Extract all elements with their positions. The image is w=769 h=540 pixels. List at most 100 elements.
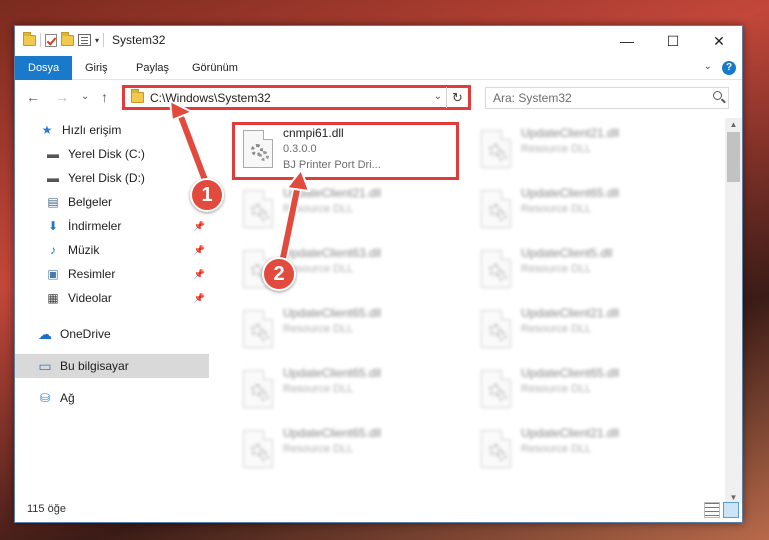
sidebar-item-label: Videolar — [68, 291, 112, 305]
forward-button[interactable]: → — [55, 89, 69, 105]
folder-icon — [131, 89, 144, 103]
pin-icon[interactable]: 📌 — [194, 245, 205, 256]
divider — [40, 33, 41, 47]
close-button[interactable]: ✕ — [696, 26, 742, 56]
file-item[interactable]: UpdateClient65.dll Resource DLL — [235, 362, 465, 418]
pin-icon[interactable]: 📌 — [194, 221, 205, 232]
music-icon: ♪ — [50, 243, 56, 257]
file-item[interactable]: UpdateClient21.dll Resource DLL — [473, 422, 703, 478]
sidebar-item-downloads[interactable]: ⬇ İndirmeler 📌 — [15, 214, 209, 238]
cloud-icon: ☁ — [38, 325, 52, 342]
view-options-icon[interactable] — [78, 34, 91, 46]
file-item[interactable]: UpdateClient21.dll Resource DLL — [473, 122, 703, 178]
sidebar-item-label: Müzik — [68, 243, 100, 257]
tab-dosya[interactable]: Dosya — [15, 56, 73, 80]
maximize-button[interactable]: ☐ — [650, 26, 696, 56]
window-controls: — ☐ ✕ — [604, 26, 742, 56]
file-item[interactable]: UpdateClient65.dll Resource DLL — [473, 182, 703, 238]
drive-icon: ▬ — [47, 147, 59, 161]
sidebar-item-label: Bu bilgisayar — [60, 359, 129, 373]
step-2-badge: 2 — [262, 257, 296, 291]
file-description: Resource DLL — [521, 443, 592, 455]
window-title: System32 — [112, 33, 166, 47]
file-description: Resource DLL — [521, 203, 592, 215]
divider — [103, 33, 105, 47]
search-input[interactable] — [486, 91, 701, 105]
address-bar[interactable]: C:\Windows\System32 ⌄ ↻ — [122, 85, 471, 110]
dll-file-icon — [481, 190, 511, 228]
sidebar-item-documents[interactable]: ▤ Belgeler 📌 — [15, 190, 209, 214]
file-name: UpdateClient5.dll — [521, 246, 613, 260]
pin-icon[interactable]: 📌 — [194, 269, 205, 280]
video-icon: ▦ — [47, 291, 59, 305]
dll-file-icon — [481, 130, 511, 168]
document-icon: ▤ — [47, 195, 59, 209]
file-item[interactable]: UpdateClient5.dll Resource DLL — [473, 242, 703, 298]
qat-dropdown-icon[interactable]: ▾ — [95, 36, 99, 45]
navigation-pane: ★ Hızlı erişim ▬ Yerel Disk (C:) ▬ Yerel… — [15, 118, 209, 498]
computer-icon: ▭ — [38, 357, 52, 374]
scroll-up-icon[interactable]: ▲ — [725, 120, 742, 129]
search-icon[interactable] — [713, 91, 722, 100]
expand-ribbon-icon[interactable]: ⌄ — [704, 61, 712, 72]
up-button[interactable]: ↑ — [101, 89, 108, 105]
navigation-bar: ← → ⌄ ↑ C:\Windows\System32 ⌄ ↻ — [15, 80, 742, 116]
sidebar-item-this-pc[interactable]: ▭ Bu bilgisayar — [15, 354, 209, 378]
picture-icon: ▣ — [47, 267, 59, 281]
refresh-button[interactable]: ↻ — [446, 87, 468, 108]
star-icon: ★ — [41, 123, 53, 137]
sidebar-item-label: Yerel Disk (C:) — [68, 147, 145, 161]
file-name: UpdateClient65.dll — [283, 306, 382, 320]
tab-gorunum[interactable]: Görünüm — [179, 56, 251, 80]
vertical-scrollbar[interactable]: ▲ ▼ — [725, 118, 742, 504]
sidebar-item-label: Hızlı erişim — [62, 123, 122, 137]
sidebar-item-label: Resimler — [68, 267, 116, 281]
file-description: Resource DLL — [283, 383, 354, 395]
file-item[interactable]: UpdateClient65.dll Resource DLL — [473, 362, 703, 418]
file-item[interactable]: UpdateClient65.dll Resource DLL — [235, 302, 465, 358]
back-button[interactable]: ← — [26, 89, 40, 105]
details-view-button[interactable] — [704, 502, 720, 518]
network-icon: ⛁ — [39, 391, 51, 405]
pin-icon[interactable]: 📌 — [194, 293, 205, 304]
dll-file-icon — [243, 430, 273, 468]
sidebar-item-pictures[interactable]: ▣ Resimler 📌 — [15, 262, 209, 286]
dll-file-icon — [481, 250, 511, 288]
sidebar-item-drive-d[interactable]: ▬ Yerel Disk (D:) — [15, 166, 209, 190]
file-item[interactable]: UpdateClient21.dll Resource DLL — [235, 182, 465, 238]
dll-file-icon — [243, 310, 273, 348]
help-icon[interactable]: ? — [722, 61, 736, 75]
address-path[interactable]: C:\Windows\System32 — [150, 91, 271, 105]
file-name: UpdateClient65.dll — [283, 426, 382, 440]
sidebar-item-onedrive[interactable]: ☁ OneDrive — [15, 322, 209, 346]
tab-paylas[interactable]: Paylaş — [123, 56, 182, 80]
dll-file-icon — [481, 310, 511, 348]
search-box[interactable] — [485, 87, 729, 109]
quick-access-toolbar: ▾ System32 — [23, 31, 166, 47]
status-bar: 115 öğe — [15, 498, 742, 522]
file-item[interactable]: UpdateClient65.dll Resource DLL — [235, 422, 465, 478]
new-folder-icon[interactable] — [61, 31, 74, 46]
file-explorer-window: ▾ System32 — ☐ ✕ Dosya Giriş Paylaş Görü… — [14, 25, 743, 523]
file-highlight-box — [232, 122, 459, 180]
folder-icon — [23, 31, 36, 46]
tab-giris[interactable]: Giriş — [72, 56, 121, 80]
minimize-button[interactable]: — — [604, 26, 650, 56]
properties-check-icon[interactable] — [45, 33, 57, 47]
sidebar-item-videos[interactable]: ▦ Videolar 📌 — [15, 286, 209, 310]
dll-file-icon — [481, 370, 511, 408]
file-name: UpdateClient21.dll — [521, 426, 620, 440]
address-dropdown-icon[interactable]: ⌄ — [434, 91, 442, 102]
sidebar-item-drive-c[interactable]: ▬ Yerel Disk (C:) — [15, 142, 209, 166]
recent-locations-button[interactable]: ⌄ — [81, 91, 89, 102]
dll-file-icon — [243, 370, 273, 408]
scrollbar-thumb[interactable] — [727, 132, 740, 182]
drive-icon: ▬ — [47, 171, 59, 185]
sidebar-item-network[interactable]: ⛁ Ağ — [15, 386, 209, 410]
sidebar-item-quick-access[interactable]: ★ Hızlı erişim — [15, 118, 209, 142]
file-name: UpdateClient65.dll — [521, 186, 620, 200]
file-item[interactable]: UpdateClient21.dll Resource DLL — [473, 302, 703, 358]
sidebar-item-music[interactable]: ♪ Müzik 📌 — [15, 238, 209, 262]
file-description: Resource DLL — [283, 443, 354, 455]
tiles-view-button[interactable] — [723, 502, 739, 518]
